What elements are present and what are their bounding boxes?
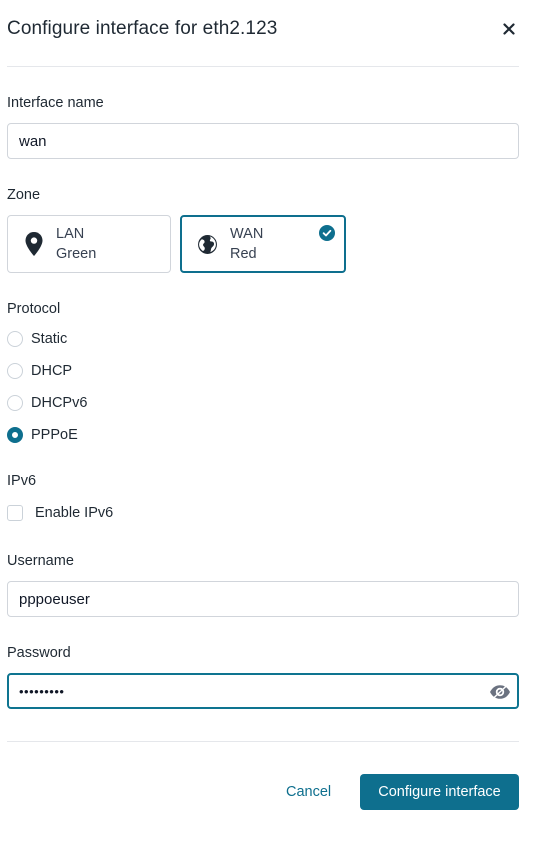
footer-divider <box>7 741 519 742</box>
zone-option-wan[interactable]: WAN Red <box>180 215 346 273</box>
protocol-option-dhcp-label: DHCP <box>31 363 73 379</box>
zone-option-wan-text: WAN Red <box>230 224 263 264</box>
close-button[interactable] <box>499 19 519 39</box>
configure-interface-button[interactable]: Configure interface <box>360 774 519 810</box>
enable-ipv6-label: Enable IPv6 <box>35 505 114 521</box>
protocol-option-static-label: Static <box>31 331 68 347</box>
dialog-title: Configure interface for eth2.123 <box>7 18 278 39</box>
close-icon <box>503 23 515 35</box>
zone-option-lan-text: LAN Green <box>56 224 96 264</box>
enable-ipv6-option[interactable]: Enable IPv6 <box>7 503 113 523</box>
protocol-option-dhcp[interactable]: DHCP <box>7 361 72 381</box>
show-password-button[interactable] <box>489 683 511 701</box>
interface-name-value: wan <box>19 132 47 150</box>
username-label: Username <box>7 553 74 569</box>
dialog-header: Configure interface for eth2.123 <box>7 14 519 44</box>
radio-dhcpv6[interactable] <box>7 395 23 411</box>
protocol-label: Protocol <box>7 301 61 317</box>
radio-dhcp[interactable] <box>7 363 23 379</box>
password-input[interactable]: ••••••••• <box>7 673 519 709</box>
eye-icon <box>490 683 510 701</box>
password-label: Password <box>7 645 71 661</box>
map-pin-icon <box>25 232 43 256</box>
zone-label: Zone <box>7 187 41 203</box>
protocol-option-pppoe-label: PPPoE <box>31 427 78 443</box>
protocol-option-dhcpv6-label: DHCPv6 <box>31 395 88 411</box>
username-input[interactable]: pppoeuser <box>7 581 519 617</box>
zone-option-wan-name: WAN <box>230 226 264 242</box>
password-value: ••••••••• <box>19 683 65 699</box>
protocol-option-dhcpv6[interactable]: DHCPv6 <box>7 393 87 413</box>
zone-option-wan-color: Red <box>230 246 257 262</box>
protocol-option-static[interactable]: Static <box>7 329 67 349</box>
configure-interface-dialog: Configure interface for eth2.123 Interfa… <box>0 0 537 842</box>
radio-pppoe[interactable] <box>7 427 23 443</box>
interface-name-input[interactable]: wan <box>7 123 519 159</box>
header-divider <box>7 66 519 67</box>
zone-option-lan-name: LAN <box>56 226 85 242</box>
username-value: pppoeuser <box>19 590 90 608</box>
zone-option-lan-color: Green <box>56 246 97 262</box>
globe-icon <box>198 234 217 254</box>
radio-static[interactable] <box>7 331 23 347</box>
check-circle-icon <box>319 225 335 241</box>
cancel-button[interactable]: Cancel <box>276 776 341 808</box>
zone-option-lan[interactable]: LAN Green <box>7 215 171 273</box>
ipv6-label: IPv6 <box>7 473 37 489</box>
interface-name-label: Interface name <box>7 95 104 111</box>
protocol-option-pppoe[interactable]: PPPoE <box>7 425 78 445</box>
enable-ipv6-checkbox[interactable] <box>7 505 23 521</box>
